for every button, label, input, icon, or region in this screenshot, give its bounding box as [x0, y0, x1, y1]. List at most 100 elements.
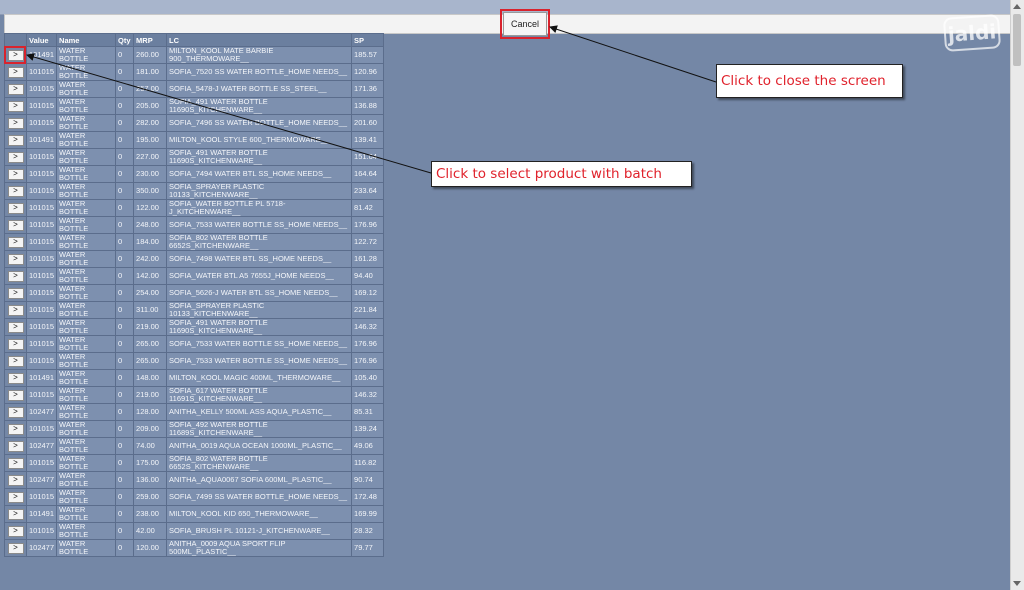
table-row: >102477 WATER BOTTLE 0 128.00 ANITHA_KELLY 5…: [5, 404, 384, 420]
select-row-button[interactable]: >: [7, 236, 24, 248]
vertical-scrollbar[interactable]: [1010, 0, 1024, 590]
select-row-button[interactable]: >: [7, 355, 24, 367]
select-row-button[interactable]: >: [7, 491, 24, 503]
select-cell: >: [5, 506, 26, 522]
select-row-button[interactable]: >: [7, 202, 24, 214]
select-row-button[interactable]: >: [7, 287, 24, 299]
select-row-button[interactable]: >: [7, 66, 24, 78]
select-row-button[interactable]: >: [7, 423, 24, 435]
qty-cell: 0: [116, 523, 134, 539]
select-row-button[interactable]: >: [7, 542, 24, 554]
select-cell: >: [5, 404, 26, 420]
table-row: >101015 WATER BOTTLE 0 248.00 SOFIA_7533 WAT…: [5, 217, 384, 233]
select-row-button[interactable]: >: [7, 474, 24, 486]
select-cell: >: [5, 455, 26, 471]
name-cell: WATER BOTTLE: [57, 336, 116, 352]
name-cell: WATER BOTTLE: [57, 149, 116, 165]
qty-cell: 0: [116, 268, 134, 284]
select-row-button[interactable]: >: [7, 406, 24, 418]
select-cell: >: [5, 64, 26, 80]
name-cell: WATER BOTTLE: [57, 302, 116, 318]
select-row-button[interactable]: >: [7, 389, 24, 401]
select-cell: >: [5, 523, 26, 539]
sp-cell: 233.64: [352, 183, 384, 199]
name-cell: WATER BOTTLE: [57, 98, 116, 114]
select-row-button[interactable]: >: [7, 525, 24, 537]
select-cell: >: [5, 268, 26, 284]
mrp-cell: 205.00: [134, 98, 167, 114]
select-cell: >: [5, 285, 26, 301]
select-cell: >: [5, 353, 26, 369]
table-row: >101015 WATER BOTTLE 0 257.00 SOFIA_5478-J W…: [5, 81, 384, 97]
sp-cell: 90.74: [352, 472, 384, 488]
table-row: >101015 WATER BOTTLE 0 259.00 SOFIA_7499 SS …: [5, 489, 384, 505]
select-row-button[interactable]: >: [7, 321, 24, 333]
sp-cell: 171.36: [352, 81, 384, 97]
mrp-cell: 265.00: [134, 353, 167, 369]
sp-cell: 120.96: [352, 64, 384, 80]
sp-cell: 79.77: [352, 540, 384, 556]
name-cell: WATER BOTTLE: [57, 132, 116, 148]
value-cell: 102477: [27, 540, 57, 556]
lc-cell: ANITHA_0009 AQUA SPORT FLIP 500ML_PLASTI…: [167, 540, 352, 556]
scroll-thumb[interactable]: [1013, 14, 1021, 66]
select-row-button[interactable]: >: [7, 134, 24, 146]
select-cell: >: [5, 251, 26, 267]
name-cell: WATER BOTTLE: [57, 438, 116, 454]
sp-cell: 122.72: [352, 234, 384, 250]
column-header-select: [5, 34, 26, 46]
select-row-button[interactable]: >: [7, 49, 24, 61]
column-header-sp: SP: [352, 34, 384, 46]
select-row-button[interactable]: >: [7, 168, 24, 180]
mrp-cell: 248.00: [134, 217, 167, 233]
lc-cell: ANITHA_KELLY 500ML ASS AQUA_PLASTIC__: [167, 404, 352, 420]
scroll-down-icon[interactable]: [1013, 581, 1021, 586]
cancel-button[interactable]: Cancel: [503, 12, 547, 36]
select-row-button[interactable]: >: [7, 457, 24, 469]
table-row: >101015 WATER BOTTLE 0 254.00 SOFIA_5626-J W…: [5, 285, 384, 301]
select-row-button[interactable]: >: [7, 185, 24, 197]
select-cell: >: [5, 200, 26, 216]
table-row: >101015 WATER BOTTLE 0 181.00 SOFIA_7520 SS …: [5, 64, 384, 80]
qty-cell: 0: [116, 506, 134, 522]
value-cell: 101015: [27, 200, 57, 216]
mrp-cell: 74.00: [134, 438, 167, 454]
qty-cell: 0: [116, 302, 134, 318]
sp-cell: 139.41: [352, 132, 384, 148]
sp-cell: 221.84: [352, 302, 384, 318]
select-row-button[interactable]: >: [7, 338, 24, 350]
callout-select-product: Click to select product with batch: [431, 161, 692, 187]
arrow-to-cancel: [549, 25, 717, 83]
lc-cell: SOFIA_7533 WATER BOTTLE SS_HOME NEEDS__: [167, 336, 352, 352]
select-row-button[interactable]: >: [7, 219, 24, 231]
scroll-up-icon[interactable]: [1013, 4, 1021, 9]
name-cell: WATER BOTTLE: [57, 115, 116, 131]
jaldi-watermark-logo: jaldi: [942, 14, 1002, 52]
select-row-button[interactable]: >: [7, 304, 24, 316]
select-cell: >: [5, 370, 26, 386]
table-row: >101015 WATER BOTTLE 0 242.00 SOFIA_7498 WAT…: [5, 251, 384, 267]
select-row-button[interactable]: >: [7, 151, 24, 163]
select-cell: >: [5, 234, 26, 250]
select-row-button[interactable]: >: [7, 508, 24, 520]
name-cell: WATER BOTTLE: [57, 285, 116, 301]
value-cell: 101015: [27, 523, 57, 539]
mrp-cell: 230.00: [134, 166, 167, 182]
table-row: >101015 WATER BOTTLE 0 227.00 SOFIA_491 WATE…: [5, 149, 384, 165]
name-cell: WATER BOTTLE: [57, 506, 116, 522]
select-row-button[interactable]: >: [7, 253, 24, 265]
select-row-button[interactable]: >: [7, 117, 24, 129]
select-row-button[interactable]: >: [7, 83, 24, 95]
table-row: >101015 WATER BOTTLE 0 282.00 SOFIA_7496 SS …: [5, 115, 384, 131]
select-row-button[interactable]: >: [7, 440, 24, 452]
mrp-cell: 260.00: [134, 47, 167, 63]
sp-cell: 185.57: [352, 47, 384, 63]
select-row-button[interactable]: >: [7, 372, 24, 384]
qty-cell: 0: [116, 387, 134, 403]
mrp-cell: 209.00: [134, 421, 167, 437]
qty-cell: 0: [116, 234, 134, 250]
select-row-button[interactable]: >: [7, 270, 24, 282]
mrp-cell: 257.00: [134, 81, 167, 97]
select-row-button[interactable]: >: [7, 100, 24, 112]
qty-cell: 0: [116, 285, 134, 301]
